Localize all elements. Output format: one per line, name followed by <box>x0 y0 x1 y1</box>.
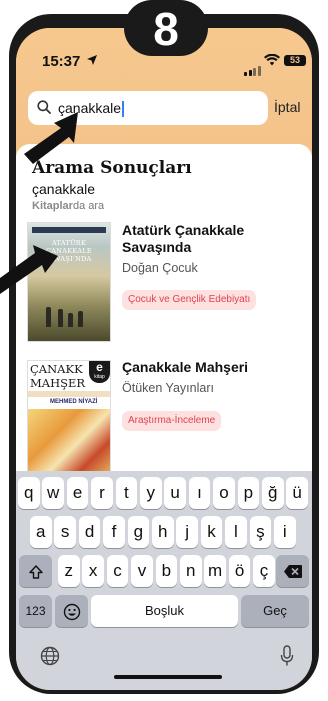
search-term-label: çanakkale <box>32 181 96 197</box>
category-tag-2[interactable]: Araştırma-İnceleme <box>122 411 222 431</box>
key-x[interactable]: x <box>82 555 104 587</box>
annotation-arrow-search <box>24 112 78 164</box>
key-v[interactable]: v <box>131 555 153 587</box>
book-title-1[interactable]: Atatürk Çanakkale Savaşında <box>122 222 302 256</box>
key-ü[interactable]: ü <box>286 477 308 509</box>
key-p[interactable]: p <box>237 477 260 509</box>
key-ç[interactable]: ç <box>253 555 275 587</box>
key-ğ[interactable]: ğ <box>262 477 284 509</box>
wifi-icon <box>264 54 280 66</box>
key-g[interactable]: g <box>127 516 150 548</box>
key-f[interactable]: f <box>103 516 125 548</box>
key-l[interactable]: l <box>225 516 247 548</box>
key-ö[interactable]: ö <box>228 555 251 587</box>
key-z[interactable]: z <box>58 555 80 587</box>
key-m[interactable]: m <box>204 555 226 587</box>
key-s[interactable]: s <box>54 516 76 548</box>
space-key[interactable]: Boşluk <box>91 595 238 627</box>
shift-key[interactable] <box>19 555 52 587</box>
text-cursor <box>122 101 124 118</box>
book-publisher-1: Doğan Çocuk <box>122 261 198 275</box>
key-e[interactable]: e <box>66 477 89 509</box>
backspace-icon <box>283 565 302 579</box>
backspace-key[interactable] <box>276 555 309 587</box>
key-j[interactable]: j <box>176 516 198 548</box>
key-w[interactable]: w <box>42 477 64 509</box>
shift-icon <box>28 564 43 579</box>
category-tag-1[interactable]: Çocuk ve Gençlik Edebiyatı <box>122 290 257 310</box>
keyboard: qwertyuıopğü asdfghjklşi zxcvbnmöç 123 B… <box>16 471 312 690</box>
step-number-badge: 8 <box>124 0 208 56</box>
key-k[interactable]: k <box>200 516 223 548</box>
key-t[interactable]: t <box>115 477 138 509</box>
key-ı[interactable]: ı <box>188 477 211 509</box>
key-c[interactable]: c <box>106 555 129 587</box>
key-ş[interactable]: ş <box>249 516 272 548</box>
key-i[interactable]: i <box>274 516 296 548</box>
book-title-2[interactable]: Çanakkale Mahşeri <box>122 359 302 376</box>
key-q[interactable]: q <box>18 477 40 509</box>
key-o[interactable]: o <box>213 477 235 509</box>
home-indicator <box>114 675 222 679</box>
microphone-icon[interactable] <box>280 645 294 667</box>
go-key[interactable]: Geç <box>241 595 309 627</box>
search-in-books-link[interactable]: Kitaplarda ara <box>32 200 104 212</box>
status-time: 15:37 <box>42 53 81 70</box>
emoji-icon <box>63 603 80 620</box>
book-cover-2[interactable]: ÇANAKK MAHŞER MEHMED NİYAZİ e kitap <box>27 360 111 480</box>
cover-title: ÇANAKK MAHŞER <box>30 362 86 390</box>
cover-author: MEHMED NİYAZİ <box>50 399 98 405</box>
cellular-signal-icon <box>244 58 262 76</box>
key-u[interactable]: u <box>164 477 186 509</box>
key-a[interactable]: a <box>30 516 52 548</box>
numbers-key[interactable]: 123 <box>19 595 52 627</box>
annotation-arrow-book <box>0 245 58 294</box>
key-b[interactable]: b <box>155 555 178 587</box>
key-r[interactable]: r <box>91 477 113 509</box>
key-d[interactable]: d <box>78 516 101 548</box>
cancel-button[interactable]: İptal <box>274 99 300 115</box>
battery-icon: 53 <box>284 55 306 66</box>
book-publisher-2: Ötüken Yayınları <box>122 381 214 395</box>
emoji-key[interactable] <box>55 595 88 627</box>
location-arrow-icon <box>87 55 97 65</box>
key-n[interactable]: n <box>180 555 202 587</box>
key-h[interactable]: h <box>152 516 174 548</box>
key-y[interactable]: y <box>140 477 162 509</box>
ebook-badge: e kitap <box>89 361 110 383</box>
globe-icon[interactable] <box>40 646 60 666</box>
